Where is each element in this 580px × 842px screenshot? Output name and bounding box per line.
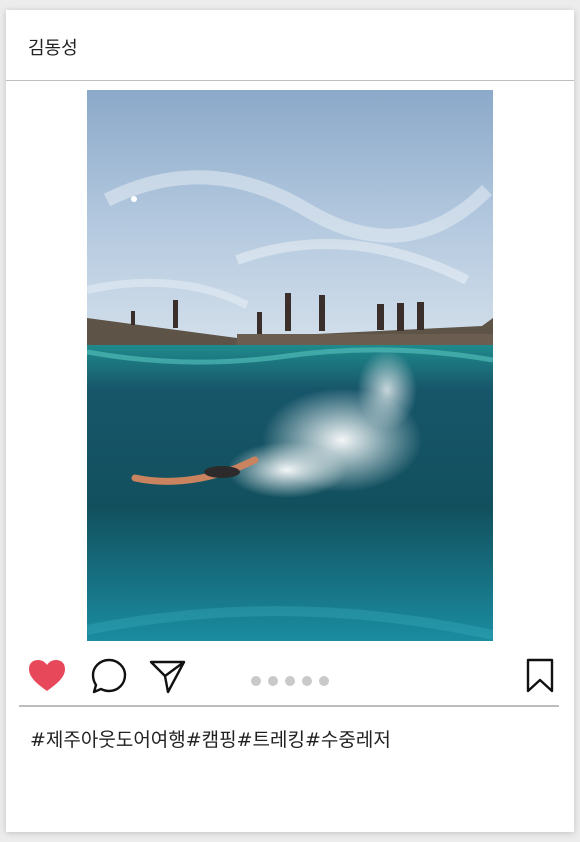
carousel-dot[interactable] <box>319 676 329 686</box>
post-card: 김동성 #제주아웃도어여행#캠핑#트레킹#수중레저 <box>6 10 574 832</box>
paper-plane-icon[interactable] <box>149 657 187 699</box>
username[interactable]: 김동성 <box>28 34 78 60</box>
bookmark-icon[interactable] <box>525 658 555 698</box>
carousel-dot[interactable] <box>268 676 278 686</box>
post-photo[interactable] <box>87 90 493 641</box>
post-caption: #제주아웃도어여행#캠핑#트레킹#수중레저 <box>30 729 391 751</box>
heart-icon[interactable] <box>28 659 66 697</box>
comment-bubble-icon[interactable] <box>90 657 128 699</box>
carousel-dot[interactable] <box>285 676 295 686</box>
action-bar <box>6 650 574 706</box>
carousel-dots <box>251 676 329 686</box>
carousel-dot[interactable] <box>251 676 261 686</box>
underwater-diving-image <box>87 90 493 641</box>
post-header: 김동성 <box>6 10 574 81</box>
carousel-dot[interactable] <box>302 676 312 686</box>
divider <box>19 705 559 707</box>
